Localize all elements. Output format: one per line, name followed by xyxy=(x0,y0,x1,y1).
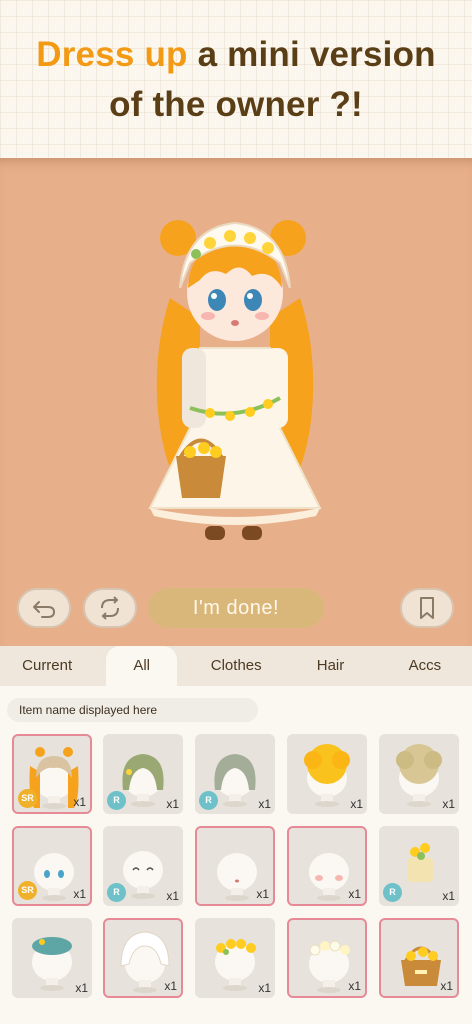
avatar-character xyxy=(148,220,322,540)
item-quantity: x1 xyxy=(440,979,453,993)
rarity-badge: SR xyxy=(18,789,37,808)
tab-current[interactable]: Current xyxy=(0,646,94,686)
headline-line-2: of the owner ?! xyxy=(109,85,363,124)
item-quantity: x1 xyxy=(348,887,361,901)
tab-accs[interactable]: Accs xyxy=(378,646,472,686)
done-button[interactable]: I'm done! xyxy=(148,588,324,628)
tab-all[interactable]: All xyxy=(106,646,178,686)
rarity-badge: R xyxy=(199,791,218,810)
item-quantity: x1 xyxy=(256,887,269,901)
randomize-button[interactable] xyxy=(83,588,137,628)
rarity-badge: R xyxy=(107,883,126,902)
save-outfit-button[interactable] xyxy=(400,588,454,628)
rarity-badge: R xyxy=(383,883,402,902)
item-quantity: x1 xyxy=(442,797,455,811)
item-quantity: x1 xyxy=(166,889,179,903)
item-quantity: x1 xyxy=(75,981,88,995)
tab-clothes[interactable]: Clothes xyxy=(189,646,283,686)
rarity-badge: R xyxy=(107,791,126,810)
tab-hair[interactable]: Hair xyxy=(283,646,377,686)
item-tile-acc-flower-mug[interactable]: Rx1 xyxy=(379,826,459,906)
shuffle-icon xyxy=(101,596,119,620)
item-name-display: Item name displayed here xyxy=(7,698,258,722)
item-quantity: x1 xyxy=(164,979,177,993)
category-tabs: Current All Clothes Hair Accs xyxy=(0,646,472,686)
item-tile-hair-bob-green[interactable]: Rx1 xyxy=(103,734,183,814)
item-tile-face-smile[interactable]: Rx1 xyxy=(103,826,183,906)
item-tile-hair-bob-sage[interactable]: Rx1 xyxy=(195,734,275,814)
item-tile-hair-afro-beige[interactable]: x1 xyxy=(379,734,459,814)
headline-accent: Dress up xyxy=(36,35,188,74)
item-quantity: x1 xyxy=(166,797,179,811)
bookmark-icon xyxy=(420,597,434,619)
item-quantity: x1 xyxy=(258,797,271,811)
item-tile-basket-flowers[interactable]: x1 xyxy=(379,918,459,998)
item-quantity: x1 xyxy=(442,889,455,903)
item-tile-crown-yellow-flowers[interactable]: x1 xyxy=(195,918,275,998)
item-tile-bonnet-white-lace[interactable]: x1 xyxy=(103,918,183,998)
headline-rest: a mini version xyxy=(197,35,436,74)
item-tile-face-small-mouth[interactable]: x1 xyxy=(195,826,275,906)
item-tile-crown-white-flowers[interactable]: x1 xyxy=(287,918,367,998)
item-tile-hat-teal-beret[interactable]: x1 xyxy=(12,918,92,998)
undo-button[interactable] xyxy=(17,588,71,628)
item-tile-hair-afro-yellow[interactable]: x1 xyxy=(287,734,367,814)
item-quantity: x1 xyxy=(258,981,271,995)
item-quantity: x1 xyxy=(350,797,363,811)
promo-header: Dress up a mini version of the owner ?! xyxy=(0,0,472,158)
item-quantity: x1 xyxy=(348,979,361,993)
item-tile-face-blush[interactable]: x1 xyxy=(287,826,367,906)
undo-arrow-icon xyxy=(33,601,56,618)
headline: Dress up a mini version of the owner ?! xyxy=(0,30,472,130)
avatar-stage xyxy=(0,158,472,646)
rarity-badge: SR xyxy=(18,881,37,900)
item-tile-hair-twintails-orange[interactable]: SR x1 xyxy=(12,734,92,814)
item-tile-face-blue-eyes[interactable]: SR x1 xyxy=(12,826,92,906)
item-quantity: x1 xyxy=(73,887,86,901)
item-quantity: x1 xyxy=(73,795,86,809)
